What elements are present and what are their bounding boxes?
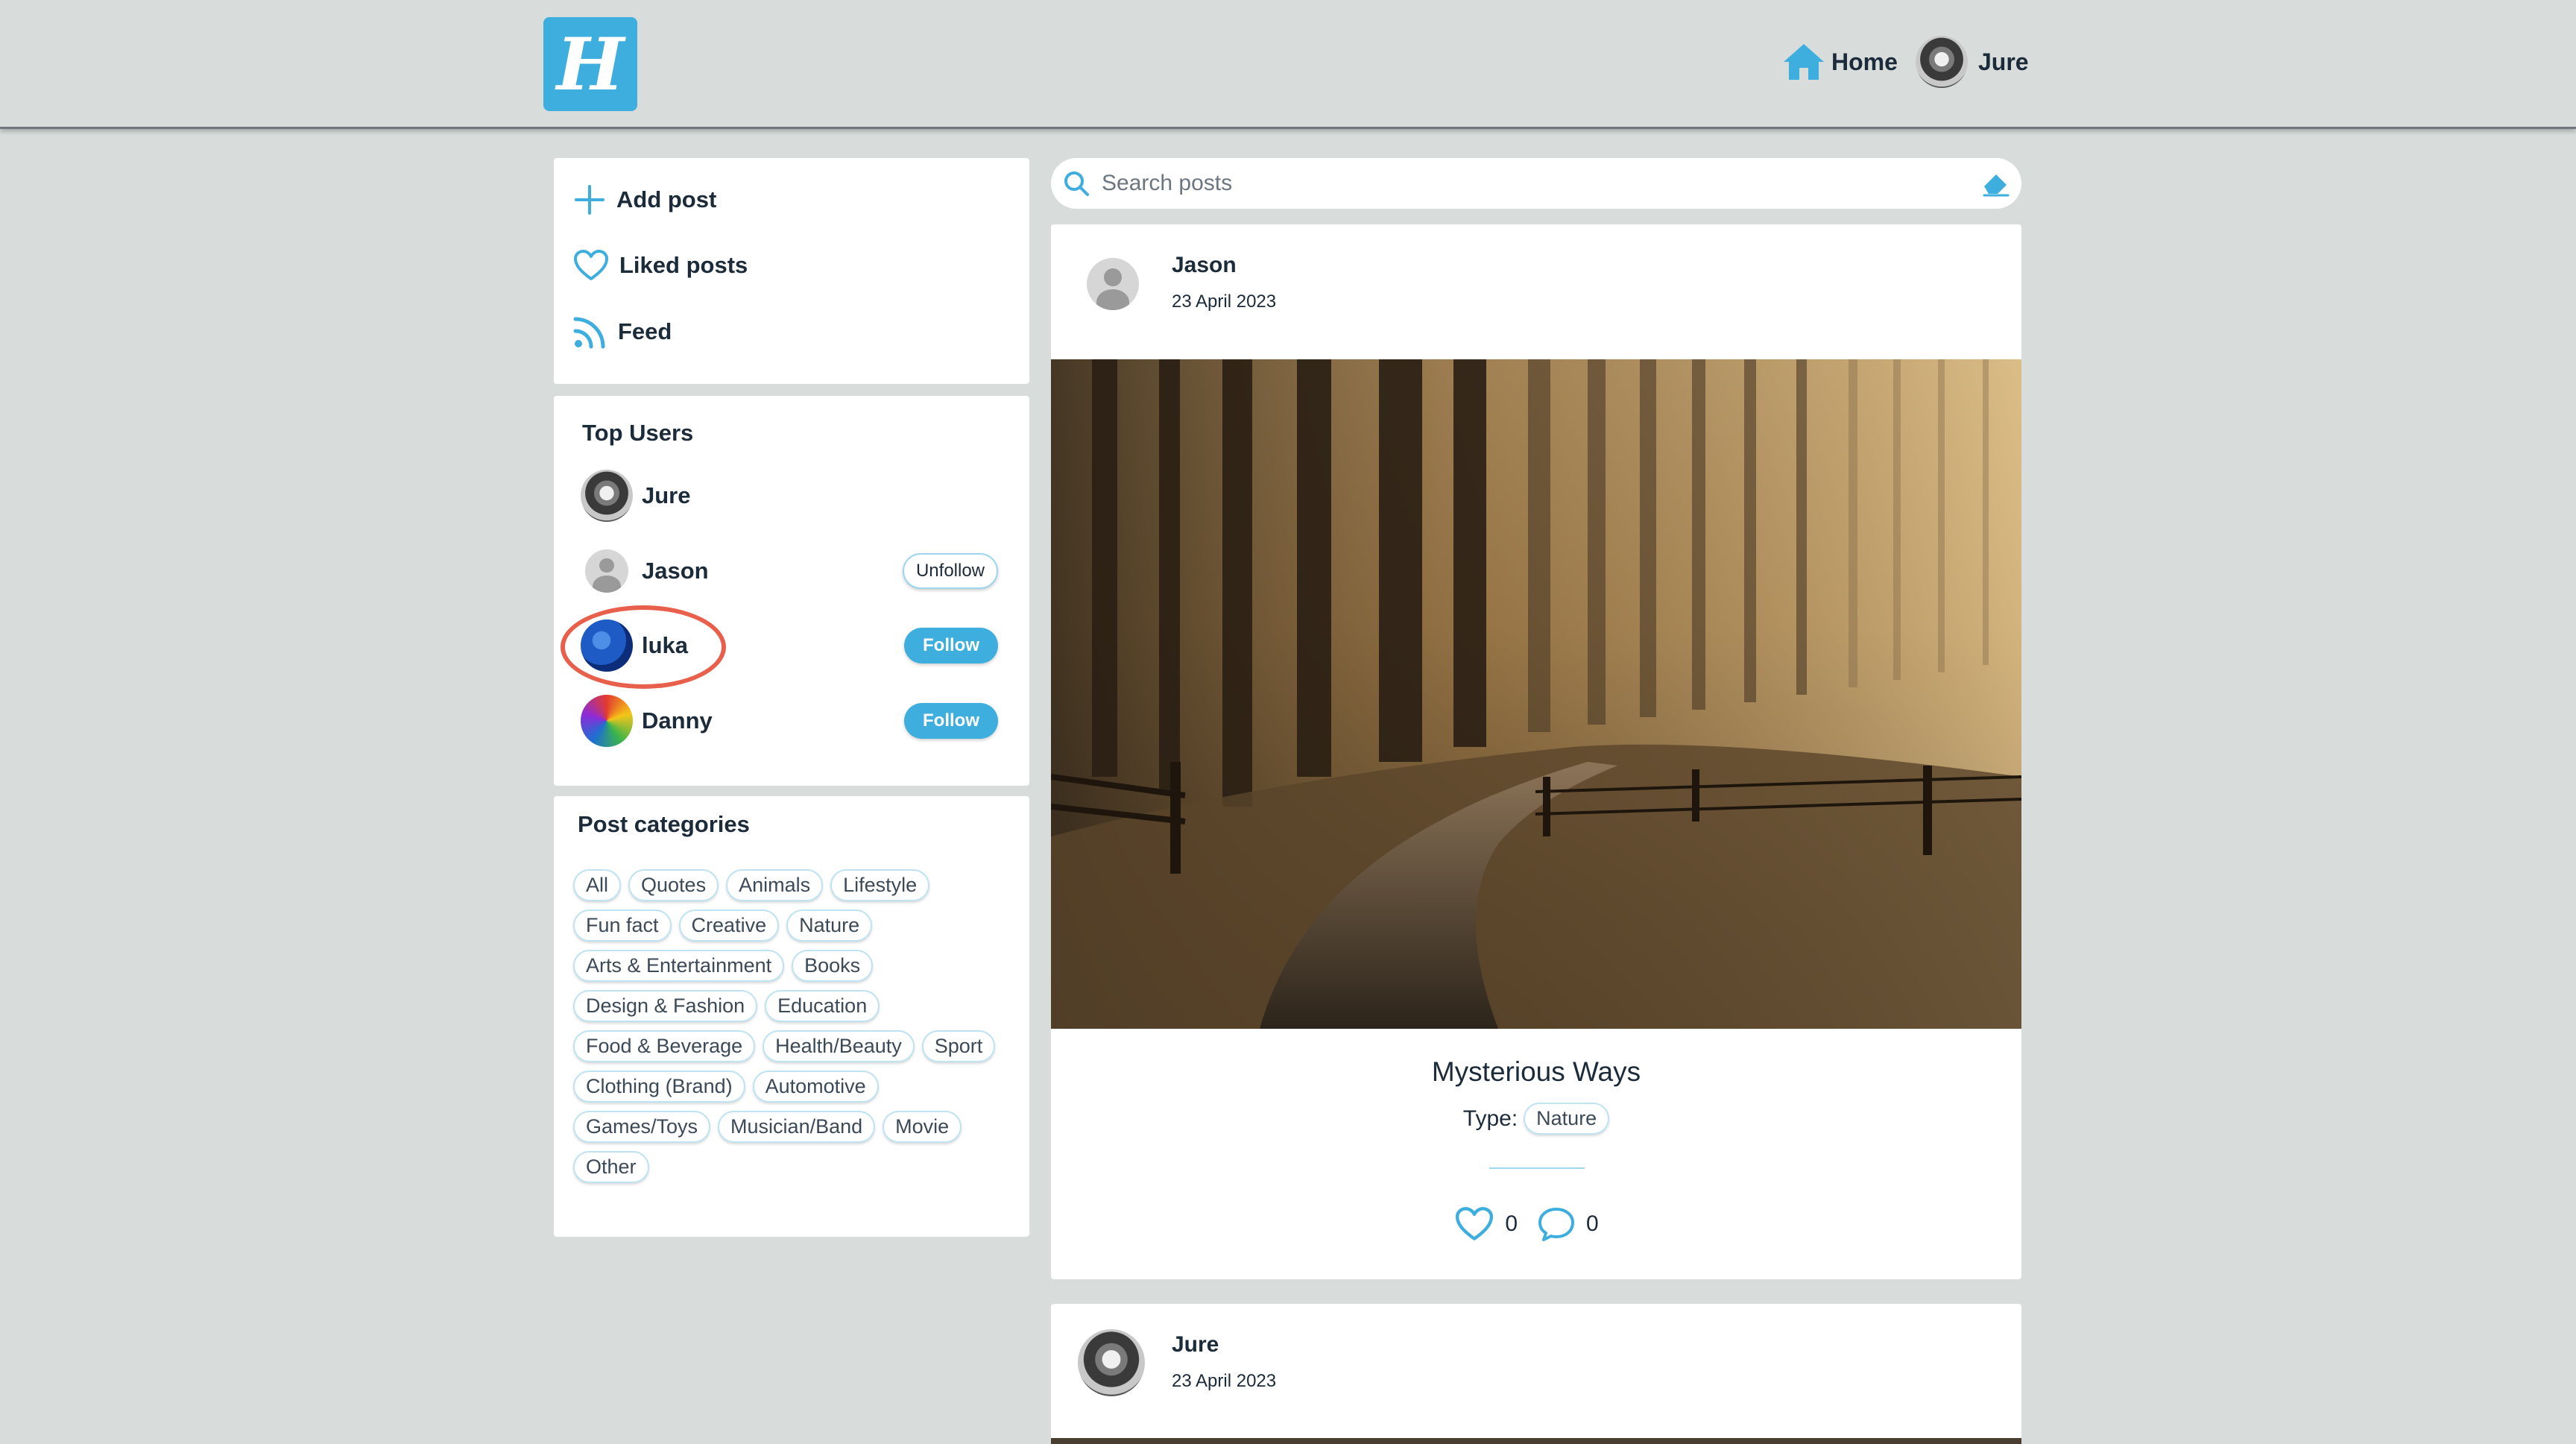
top-user-name: Jure (642, 482, 691, 508)
category-chip[interactable]: Books (792, 950, 874, 982)
category-chip[interactable]: Animals (726, 869, 824, 901)
menu-liked-posts-label: Liked posts (619, 252, 748, 278)
category-chip[interactable]: Movie (883, 1111, 962, 1143)
category-chip[interactable]: Creative (678, 909, 780, 942)
post-type-label: Type: (1462, 1106, 1518, 1131)
post-type-badge[interactable]: Nature (1524, 1103, 1610, 1135)
post-date: 23 April 2023 (1172, 291, 1277, 312)
post-card: Jason 23 April 2023 Mysterious Ways Type… (1051, 224, 2021, 1279)
top-header: H Home Jure (0, 0, 2576, 129)
post-image-forest-scene (1051, 359, 2021, 1029)
unfollow-button[interactable]: Unfollow (903, 553, 998, 589)
sidebar-menu-card: Add post Liked posts Feed (554, 158, 1029, 384)
category-chip[interactable]: Health/Beauty (763, 1030, 915, 1062)
follow-button[interactable]: Follow (904, 703, 998, 739)
category-chip[interactable]: Musician/Band (718, 1111, 876, 1143)
top-user-name: Jason (642, 558, 709, 584)
top-user-row[interactable]: Jure (581, 468, 1003, 523)
top-user-avatar (581, 470, 633, 522)
like-heart-icon[interactable] (1454, 1206, 1494, 1242)
home-icon (1784, 44, 1824, 80)
top-user-avatar (581, 695, 633, 747)
top-user-avatar (585, 549, 628, 593)
category-chip[interactable]: Games/Toys (573, 1111, 711, 1143)
menu-feed[interactable]: Feed (573, 315, 672, 349)
category-chip[interactable]: Nature (786, 909, 873, 942)
heart-icon (574, 250, 608, 280)
menu-feed-label: Feed (618, 318, 672, 344)
user-avatar (1916, 36, 1968, 88)
post-stats: 0 0 (1051, 1206, 2021, 1242)
category-chip[interactable]: Design & Fashion (573, 990, 758, 1022)
post-categories-title: Post categories (578, 811, 750, 837)
category-chip[interactable]: Arts & Entertainment (573, 950, 785, 982)
nav-user-name: Jure (1978, 48, 2029, 75)
top-users-card: Top Users Jure Jason Unfollow luka Follo… (554, 396, 1029, 786)
post-divider (1489, 1167, 1585, 1169)
post-categories-card: Post categories All Quotes Animals Lifestyl… (554, 796, 1029, 1237)
post-author-avatar[interactable] (1087, 258, 1139, 310)
eraser-icon[interactable] (1980, 168, 2011, 198)
category-chip[interactable]: All (573, 869, 622, 901)
nav-home-link[interactable]: Home (1782, 36, 1898, 88)
post-author-name[interactable]: Jure (1172, 1332, 1219, 1358)
rss-icon (573, 317, 605, 349)
post-image[interactable] (1051, 1438, 2021, 1444)
top-user-name: Danny (642, 707, 713, 734)
category-chip[interactable]: Lifestyle (830, 869, 930, 901)
category-chip[interactable]: Clothing (Brand) (573, 1071, 745, 1103)
app-logo[interactable]: H (543, 17, 637, 111)
post-author-name[interactable]: Jason (1172, 253, 1237, 278)
menu-liked-posts[interactable]: Liked posts (573, 249, 748, 282)
likes-count: 0 (1505, 1211, 1518, 1236)
search-bar (1051, 158, 2021, 209)
comments-count: 0 (1586, 1211, 1599, 1236)
category-chip[interactable]: Other (573, 1151, 649, 1183)
category-chip[interactable]: Education (765, 990, 880, 1022)
search-icon (1064, 171, 1089, 196)
post-title[interactable]: Mysterious Ways (1051, 1056, 2021, 1088)
post-date: 23 April 2023 (1172, 1371, 1277, 1391)
follow-button[interactable]: Follow (904, 628, 998, 663)
category-chip-list: All Quotes Animals Lifestyle Fun fact Creativ… (573, 869, 1020, 1183)
post-image[interactable] (1051, 359, 2021, 1029)
plus-icon (575, 185, 604, 215)
category-chip[interactable]: Fun fact (573, 909, 672, 942)
search-input[interactable] (1100, 170, 1923, 197)
nav-user-link[interactable]: Jure (1916, 36, 2029, 88)
menu-add-post[interactable]: Add post (573, 183, 716, 216)
post-type-row: Type: Nature (1051, 1103, 2021, 1135)
top-user-row[interactable]: Danny Follow (581, 693, 1003, 748)
category-chip[interactable]: Food & Beverage (573, 1030, 756, 1062)
top-users-title: Top Users (582, 420, 694, 446)
category-chip[interactable]: Automotive (752, 1071, 879, 1103)
comment-icon[interactable] (1537, 1206, 1576, 1242)
annotation-highlight-ring (561, 605, 726, 689)
top-user-row[interactable]: Jason Unfollow (581, 543, 1003, 599)
category-chip[interactable]: Sport (921, 1030, 996, 1062)
menu-add-post-label: Add post (616, 186, 717, 212)
post-card: Jure 23 April 2023 (1051, 1304, 2021, 1444)
post-author-avatar[interactable] (1078, 1329, 1145, 1396)
nav-home-label: Home (1831, 48, 1898, 75)
category-chip[interactable]: Quotes (628, 869, 719, 901)
